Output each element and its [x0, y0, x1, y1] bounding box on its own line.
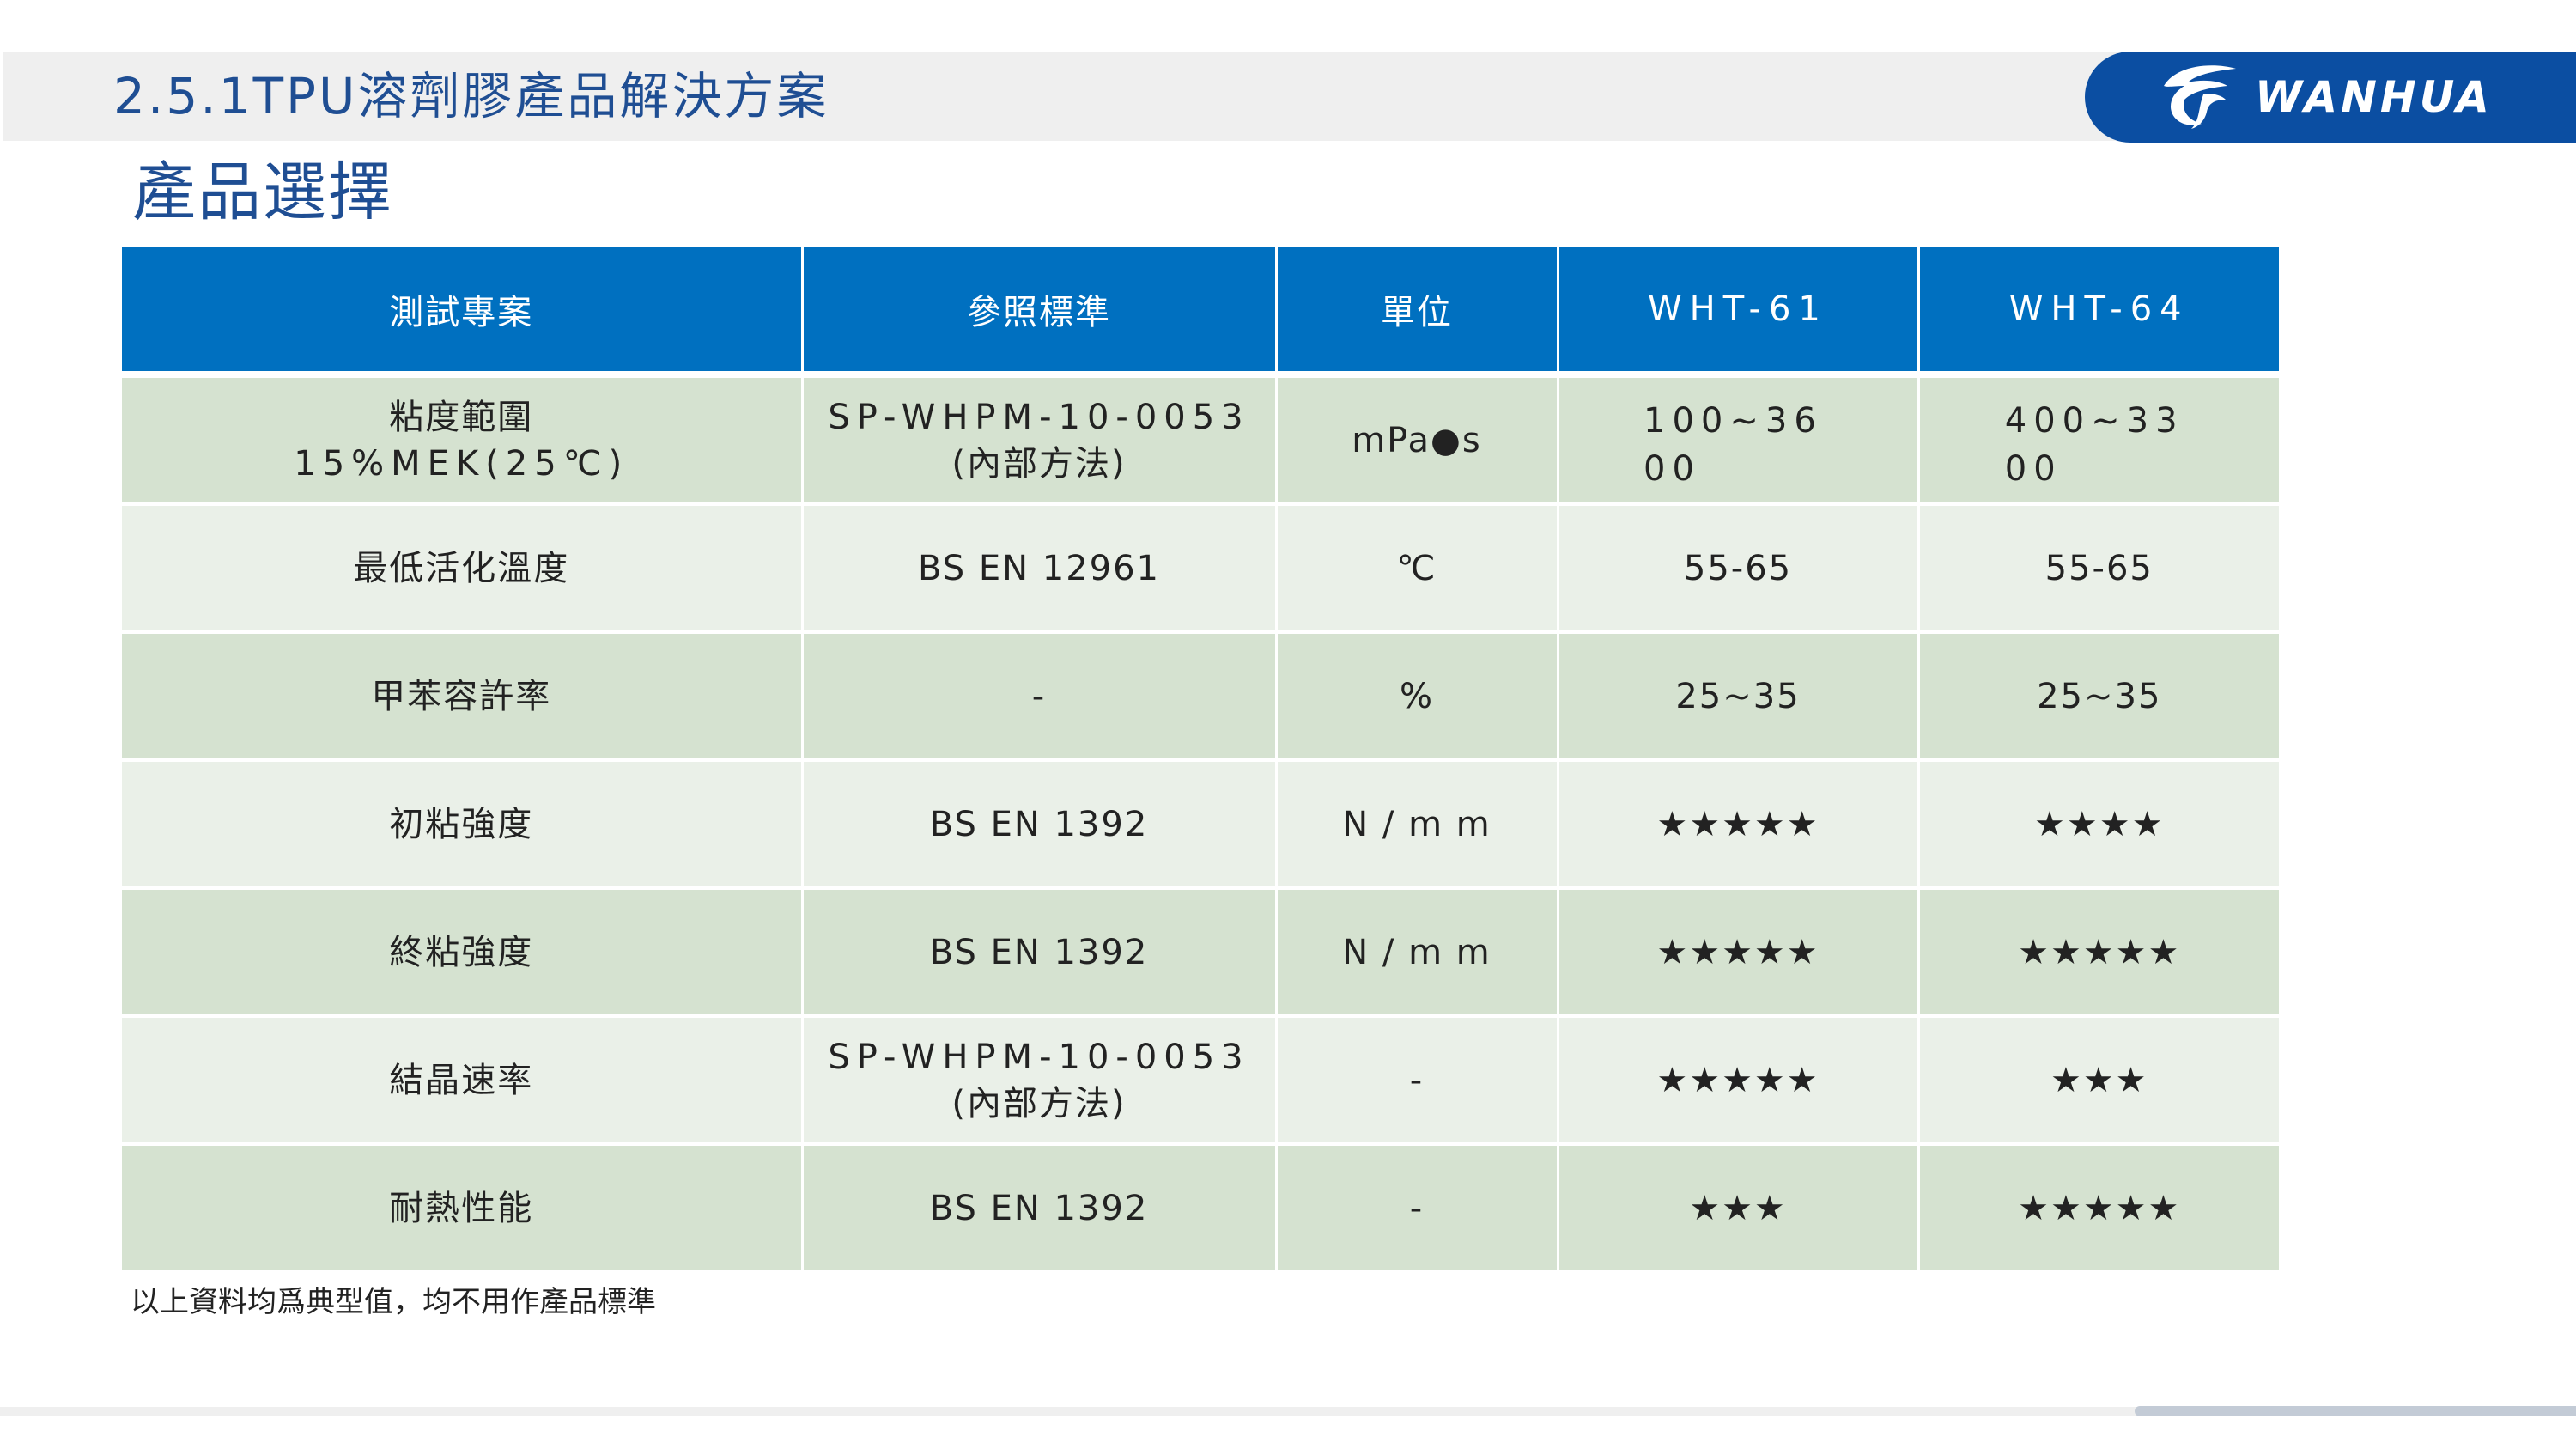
cell-wht64: 400~3300: [1918, 374, 2279, 506]
cell-unit: -: [1276, 1144, 1559, 1274]
brand-logo: WANHUA: [2085, 52, 2576, 143]
page-heading: 產品選擇: [132, 155, 393, 229]
wanhua-logo-icon: [2164, 65, 2236, 129]
table-row: 初粘強度 BS EN 1392 N / m m ★★★★★ ★★★★: [122, 760, 2279, 890]
cell-standard: BS EN 1392: [802, 1144, 1278, 1274]
cell-standard: BS EN 1392: [802, 760, 1278, 890]
cell-unit: N / m m: [1276, 760, 1559, 890]
cell-wht61: 25~35: [1558, 632, 1920, 762]
table-row: 耐熱性能 BS EN 1392 - ★★★ ★★★★★: [122, 1144, 2279, 1274]
cell-test-item: 結晶速率: [122, 1016, 804, 1146]
table-row: 粘度範圍 15%MEK(25℃) SP-WHPM-10-0053 (內部方法) …: [122, 374, 2279, 506]
table-row: 甲苯容許率 - % 25~35 25~35: [122, 632, 2279, 762]
col-header-wht64: WHT-64: [1918, 247, 2279, 378]
cell-wht64: 25~35: [1918, 632, 2279, 762]
cell-wht64: 55-65: [1918, 504, 2279, 634]
footnote: 以上資料均爲典型值，均不用作產品標準: [131, 1285, 656, 1319]
cell-unit: ℃: [1276, 504, 1559, 634]
rating-stars: ★★★★: [1918, 760, 2279, 890]
col-header-wht61: WHT-61: [1558, 247, 1920, 378]
table-row: 結晶速率 SP-WHPM-10-0053 (內部方法) - ★★★★★ ★★★: [122, 1016, 2279, 1146]
cell-unit: -: [1276, 1016, 1559, 1146]
rating-stars: ★★★: [1558, 1144, 1920, 1274]
section-title: 2.5.1TPU溶劑膠產品解決方案: [113, 67, 829, 125]
cell-unit: N / m m: [1276, 888, 1559, 1018]
product-spec-table: 測試專案 參照標準 單位 WHT-61 WHT-64 粘度範圍 15%MEK(2…: [122, 247, 2279, 1274]
table-header-row: 測試專案 參照標準 單位 WHT-61 WHT-64: [122, 247, 2279, 378]
cell-wht61: 100~3600: [1558, 374, 1920, 506]
cell-standard: SP-WHPM-10-0053 (內部方法): [802, 1016, 1278, 1146]
col-header-standard: 參照標準: [802, 247, 1278, 378]
cell-test-item: 最低活化溫度: [122, 504, 804, 634]
cell-standard: SP-WHPM-10-0053 (內部方法): [802, 374, 1278, 506]
cell-test-item: 初粘強度: [122, 760, 804, 890]
col-header-unit: 單位: [1276, 247, 1559, 378]
rating-stars: ★★★★★: [1558, 760, 1920, 890]
rating-stars: ★★★★★: [1918, 1144, 2279, 1274]
table-row: 最低活化溫度 BS EN 12961 ℃ 55-65 55-65: [122, 504, 2279, 634]
rating-stars: ★★★★★: [1558, 1016, 1920, 1146]
cell-test-item: 耐熱性能: [122, 1144, 804, 1274]
table-row: 終粘強度 BS EN 1392 N / m m ★★★★★ ★★★★★: [122, 888, 2279, 1018]
cell-standard: BS EN 1392: [802, 888, 1278, 1018]
slide-progress-indicator: [2135, 1406, 2576, 1416]
cell-test-item: 終粘強度: [122, 888, 804, 1018]
cell-standard: -: [802, 632, 1278, 762]
rating-stars: ★★★★★: [1918, 888, 2279, 1018]
cell-test-item: 甲苯容許率: [122, 632, 804, 762]
cell-wht61: 55-65: [1558, 504, 1920, 634]
cell-unit: %: [1276, 632, 1559, 762]
rating-stars: ★★★★★: [1558, 888, 1920, 1018]
cell-test-item: 粘度範圍 15%MEK(25℃): [122, 374, 804, 506]
logo-text: WANHUA: [2255, 72, 2493, 122]
cell-unit: mPa●s: [1276, 374, 1559, 506]
cell-standard: BS EN 12961: [802, 504, 1278, 634]
col-header-test-item: 測試專案: [122, 247, 804, 378]
rating-stars: ★★★: [1918, 1016, 2279, 1146]
